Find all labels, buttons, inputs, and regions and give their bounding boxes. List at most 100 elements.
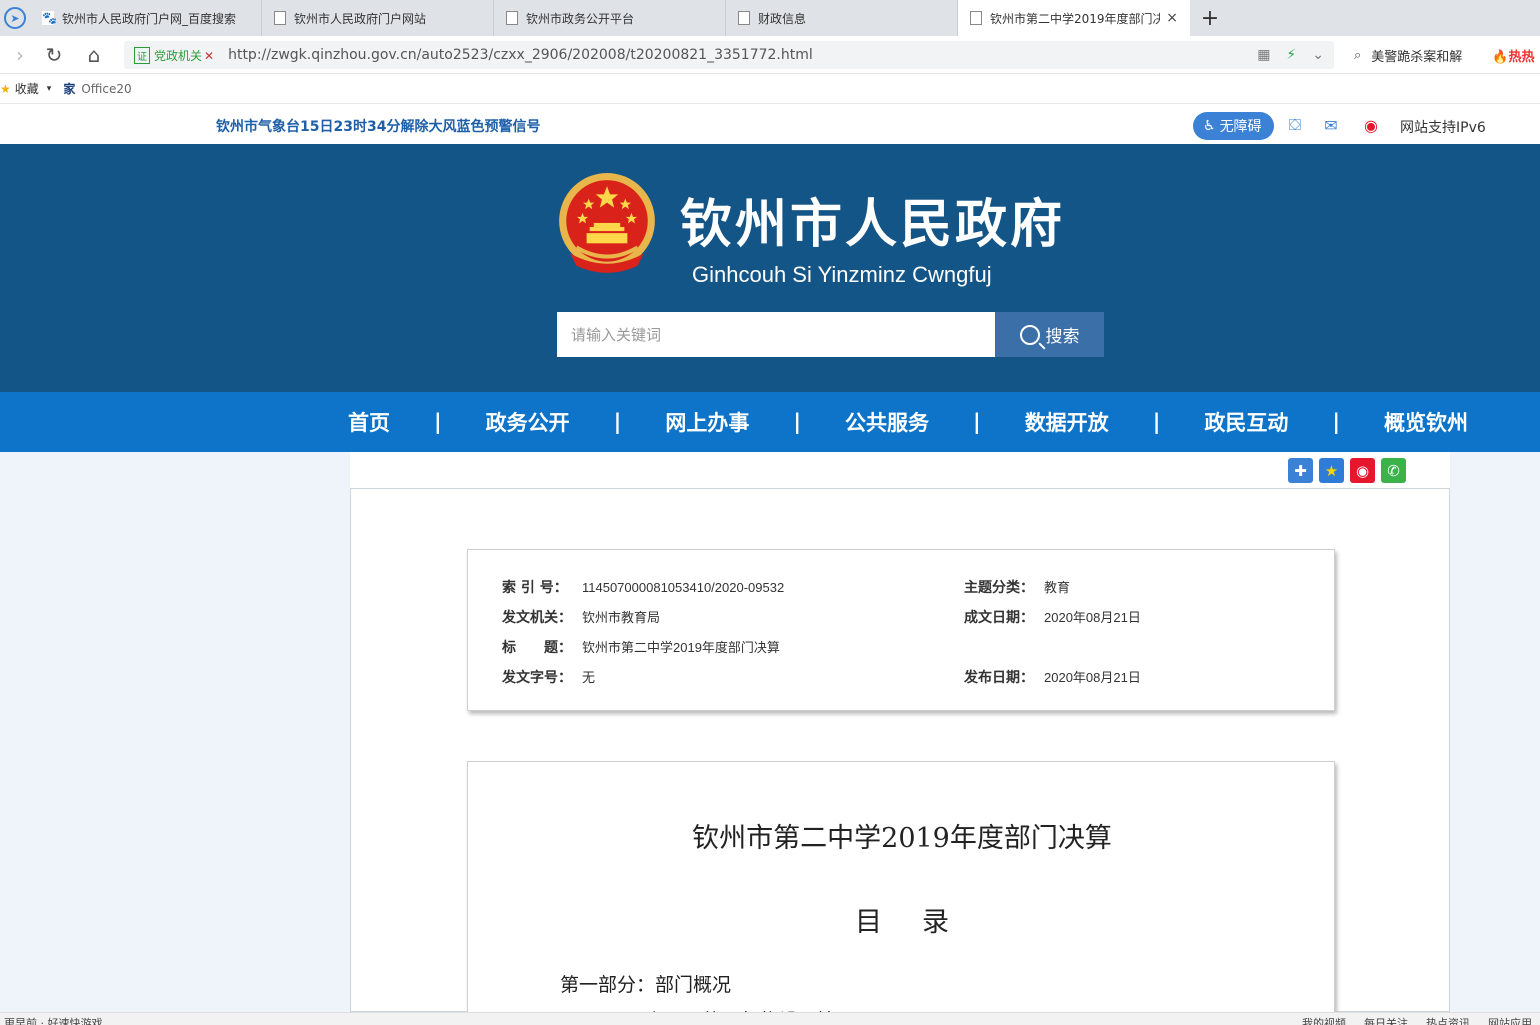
nav-item-home[interactable]: 首页: [348, 407, 390, 437]
reload-icon[interactable]: ↻: [34, 43, 74, 67]
page-icon: [738, 11, 750, 25]
page-icon: [274, 11, 286, 25]
document-body: 钦州市第二中学2019年度部门决算 目录 第一部分：部门概况 一、主要职能及机构…: [467, 761, 1335, 1022]
browser-tab[interactable]: 财政信息: [726, 0, 958, 36]
meta-title: 标 题： 钦州市第二中学2019年度部门决算: [502, 640, 780, 656]
seal-icon[interactable]: ⛋: [1284, 114, 1306, 136]
bookmark-favorites[interactable]: ★ 收藏 ▾: [0, 80, 51, 97]
bookmark-office[interactable]: 家 Office20: [63, 80, 131, 97]
browser-tab[interactable]: 钦州市人民政府门户网站: [262, 0, 494, 36]
part-heading: 第一部分：部门概况: [560, 974, 732, 996]
document-frame: 索 引 号： 114507000081053410/2020-09532 主题分类…: [350, 488, 1450, 1022]
new-tab-button[interactable]: +: [1190, 0, 1230, 36]
metadata-box: 索 引 号： 114507000081053410/2020-09532 主题分类…: [467, 549, 1335, 711]
search-icon: [1019, 324, 1040, 345]
page-icon: [970, 11, 982, 25]
baidu-paw-icon: 🐾: [42, 11, 57, 25]
nav-item-open-data[interactable]: 数据开放: [1025, 407, 1109, 437]
cert-label: 党政机关: [154, 48, 203, 63]
status-item[interactable]: 每日关注: [1364, 1015, 1408, 1025]
bookmarks-bar: ★ 收藏 ▾ 家 Office20: [0, 74, 1540, 104]
site-search-button[interactable]: 搜索: [995, 312, 1104, 357]
status-left-text[interactable]: 更早前 · 好速快游戏: [4, 1015, 103, 1025]
tab-label: 财政信息: [758, 11, 807, 26]
site-title: 钦州市人民政府: [680, 194, 1066, 255]
content-area: ✚ ★ ◉ ✆ 索 引 号： 114507000081053410/2020-09…: [0, 452, 1540, 1022]
bookmark-label: Office20: [81, 81, 132, 96]
browser-tab[interactable]: 钦州市政务公开平台: [494, 0, 726, 36]
browser-tab[interactable]: 🐾 钦州市人民政府门户网_百度搜索: [30, 0, 262, 36]
cert-icon: 证: [134, 46, 150, 64]
chevron-down-icon[interactable]: ⌄: [1312, 47, 1324, 63]
mail-icon[interactable]: ✉: [1320, 114, 1342, 136]
accessibility-label: 无障碍: [1219, 119, 1262, 135]
tab-label: 钦州市第二中学2019年度部门决算: [990, 11, 1161, 26]
tab-label: 钦州市政务公开平台: [526, 11, 635, 26]
qzone-star-icon[interactable]: ★: [1319, 458, 1344, 483]
close-tab-icon[interactable]: ×: [1166, 10, 1178, 26]
content-panel: ✚ ★ ◉ ✆ 索 引 号： 114507000081053410/2020-09…: [350, 452, 1450, 1022]
national-emblem-icon: [559, 173, 655, 273]
ipv6-label: 网站支持IPv6: [1400, 120, 1486, 136]
meta-issuer: 发文机关： 钦州市教育局: [502, 610, 661, 626]
hot-search-label[interactable]: 🔥热热: [1492, 46, 1534, 65]
browser-status-bar: 更早前 · 好速快游戏 我的视频 每日关注 热点资讯 网站应用: [0, 1012, 1540, 1025]
main-nav: 首页 | 政务公开 | 网上办事 | 公共服务 | 数据开放 | 政民互动 | …: [0, 392, 1540, 452]
browser-tab-bar: ➤ 🐾 钦州市人民政府门户网_百度搜索 钦州市人民政府门户网站 钦州市政务公开平…: [0, 0, 1540, 36]
cert-badge[interactable]: 证党政机关 ✕: [134, 46, 215, 64]
top-strip: 钦州市气象台15日23时34分解除大风蓝色预警信号 ♿ 无障碍 ⛋ ✉ ◉ 网站…: [0, 104, 1540, 144]
nav-item-gov-affairs[interactable]: 政务公开: [486, 407, 570, 437]
nav-item-public-services[interactable]: 公共服务: [845, 407, 929, 437]
url-field[interactable]: 证党政机关 ✕ http://zwgk.qinzhou.gov.cn/auto25…: [124, 41, 1334, 69]
page-icon: [506, 11, 518, 25]
site-header: 钦州市人民政府 Ginhcouh Si Yinzminz Cwngfuj 请输入…: [0, 144, 1540, 392]
status-item[interactable]: 热点资讯: [1426, 1015, 1470, 1025]
weibo-icon[interactable]: ◉: [1360, 114, 1382, 136]
url-text[interactable]: http://zwgk.qinzhou.gov.cn/auto2523/czxx…: [228, 47, 1257, 63]
nav-separator: |: [613, 410, 622, 434]
home-icon: 家: [63, 82, 76, 96]
bookmark-label: 收藏: [14, 82, 39, 96]
document-title: 钦州市第二中学2019年度部门决算: [692, 823, 1112, 854]
qr-code-icon[interactable]: ▦: [1257, 47, 1270, 63]
meta-docno: 发文字号：无: [502, 670, 596, 686]
wheelchair-icon: ♿: [1203, 118, 1216, 134]
fire-icon: 🔥: [1492, 49, 1509, 65]
share-bar: ✚ ★ ◉ ✆: [1288, 458, 1406, 483]
chevron-down-icon[interactable]: ▾: [47, 84, 52, 94]
tab-label: 钦州市人民政府门户网_百度搜索: [62, 11, 237, 26]
accessibility-button[interactable]: ♿ 无障碍: [1193, 112, 1274, 140]
home-icon[interactable]: ⌂: [74, 43, 114, 67]
address-bar: › ↻ ⌂ 证党政机关 ✕ http://zwgk.qinzhou.gov.cn/…: [0, 36, 1540, 74]
speed-mode-icon[interactable]: ⚡: [1286, 47, 1296, 63]
nav-separator: |: [434, 410, 442, 434]
browser-search-box[interactable]: ⌕ 美警跪杀案和解 🔥热热: [1348, 41, 1540, 69]
nav-separator: |: [1332, 410, 1341, 434]
meta-date-written: 成文日期： 2020年08月21日: [964, 610, 1141, 626]
nav-item-overview[interactable]: 概览钦州: [1384, 407, 1468, 437]
status-item[interactable]: 我的视频: [1302, 1015, 1346, 1025]
toc-heading: 目录: [855, 907, 989, 938]
wechat-share-icon[interactable]: ✆: [1381, 458, 1406, 483]
search-button-label: 搜索: [1045, 327, 1080, 347]
nav-item-interaction[interactable]: 政民互动: [1204, 407, 1288, 437]
search-icon: ⌕: [1354, 47, 1362, 63]
browser-compass-icon[interactable]: ➤: [0, 0, 30, 36]
meta-index: 索 引 号： 114507000081053410/2020-09532: [502, 580, 785, 596]
weather-notice-link[interactable]: 钦州市气象台15日23时34分解除大风蓝色预警信号: [216, 116, 540, 136]
meta-pub-date: 发布日期： 2020年08月21日: [964, 670, 1141, 686]
nav-separator: |: [793, 410, 802, 434]
meta-topic: 主题分类： 教育: [964, 580, 1071, 596]
tab-label: 钦州市人民政府门户网站: [294, 11, 427, 26]
browser-search-text[interactable]: 美警跪杀案和解: [1371, 46, 1462, 65]
share-more-icon[interactable]: ✚: [1288, 458, 1313, 483]
site-search-input[interactable]: 请输入关键词: [557, 312, 995, 357]
weibo-share-icon[interactable]: ◉: [1350, 458, 1375, 483]
nav-separator: |: [973, 410, 981, 434]
browser-tab-active[interactable]: 钦州市第二中学2019年度部门决算 ×: [958, 0, 1190, 36]
nav-item-online-services[interactable]: 网上办事: [665, 407, 749, 437]
status-item[interactable]: 网站应用: [1488, 1015, 1532, 1025]
star-icon: ★: [0, 81, 11, 96]
site-subtitle: Ginhcouh Si Yinzminz Cwngfuj: [692, 262, 992, 287]
cert-x-icon: ✕: [204, 48, 215, 63]
